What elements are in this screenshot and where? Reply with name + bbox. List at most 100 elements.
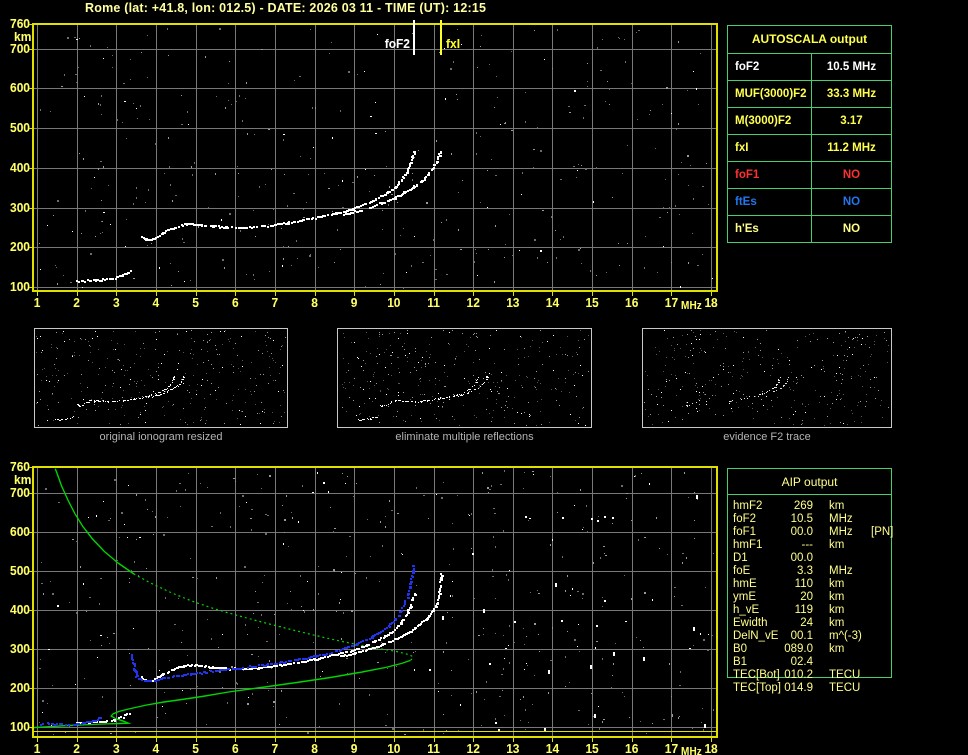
aip-value-TEC[Top]: 014.9: [784, 682, 813, 694]
aip-unit-hmF1: km: [829, 539, 845, 551]
thumbnail-original-ionogram: [34, 328, 288, 428]
aip-unit-foF1: MHz: [829, 526, 853, 538]
aip-row-Ewidth: Ewidth 24 km: [733, 617, 891, 630]
aip-note-foF2: [871, 513, 891, 526]
autoscala-row-label-h'Es: h'Es: [728, 216, 812, 242]
aip-label-D1: D1: [733, 552, 748, 564]
aip-label-foF2: foF2: [733, 513, 757, 525]
aip-row-TEC[Top]: TEC[Top] 014.9 TECU: [733, 682, 891, 695]
aip-row-DelN_vE: DelN_vE 00.1 m^(-3): [733, 630, 891, 643]
station-date-time-title: Rome (lat: +41.8, lon: 012.5) - DATE: 20…: [85, 1, 487, 15]
aip-label-B0: B0: [733, 643, 748, 655]
aip-value-foF2: 10.5: [790, 513, 813, 525]
aip-note-D1: [871, 552, 891, 565]
thumbnail-evidence-f2-trace: [642, 328, 892, 428]
aip-label-DelN_vE: DelN_vE: [733, 630, 779, 642]
autoscala-row-value-h'Es: NO: [842, 223, 861, 235]
aip-note-hmF1: [871, 539, 891, 552]
aip-row-B1: B1 02.4: [733, 656, 891, 669]
aip-value-hmF2: 269: [793, 500, 813, 512]
aip-value-Ewidth: 24: [800, 617, 813, 629]
aip-unit-foE: MHz: [829, 565, 853, 577]
aip-unit-hmF2: km: [829, 500, 845, 512]
aip-unit-TEC[Bot]: TECU: [829, 669, 861, 681]
aip-note-foF1: [PN]: [871, 526, 894, 538]
aip-row-hmE: hmE 110 km: [733, 578, 891, 591]
aip-note-Ewidth: [871, 617, 891, 630]
aip-note-ymE: [871, 591, 891, 604]
aip-value-TEC[Bot]: 010.2: [784, 669, 813, 681]
aip-unit-B1: [829, 656, 871, 669]
aip-unit-D1: [829, 552, 871, 565]
aip-row-hmF2: hmF2 269 km: [733, 500, 891, 513]
aip-label-hmF2: hmF2: [733, 500, 763, 512]
aip-row-ymE: ymE 20 km: [733, 591, 891, 604]
aip-output-table: hmF2 269 km foF2 10.5 MHz foF1 00.0 MHz [PN] hmF1 -…: [733, 500, 894, 695]
caption-original-ionogram: original ionogram resized: [99, 431, 223, 443]
aip-unit-hmE: km: [829, 578, 845, 590]
caption-evidence-f2-trace: evidence F2 trace: [723, 431, 811, 443]
aip-unit-DelN_vE: m^(-3): [829, 630, 862, 642]
autoscala-row-value-foF2: 10.5 MHz: [812, 54, 891, 81]
autoscala-row-label-ftEs: ftEs: [728, 189, 812, 216]
aip-value-B0: 089.0: [784, 643, 813, 655]
aip-unit-B0: km: [829, 643, 845, 655]
autoscala-row-value-foF1: NO: [812, 162, 891, 189]
aip-label-h_vE: h_vE: [733, 604, 760, 616]
autoscala-row-label-foF1: foF1: [728, 162, 812, 189]
aip-unit-foF2: MHz: [829, 513, 853, 525]
aip-row-foF2: foF2 10.5 MHz: [733, 513, 891, 526]
aip-note-B1: [871, 656, 891, 669]
autoscala-row-value-ftEs: NO: [812, 189, 891, 216]
aip-row-B0: B0 089.0 km: [733, 643, 891, 656]
aip-note-TEC[Bot]: [871, 669, 891, 682]
aip-row-h_vE: h_vE 119 km: [733, 604, 891, 617]
caption-eliminate-reflections: eliminate multiple reflections: [395, 431, 534, 443]
aip-value-foE: 3.3: [797, 565, 813, 577]
aip-note-hmF2: [871, 500, 891, 513]
aip-table-header: AIP output: [781, 475, 838, 489]
aip-label-hmE: hmE: [733, 578, 757, 590]
aip-value-foF1: 00.0: [790, 526, 813, 538]
aip-unit-h_vE: km: [829, 604, 845, 616]
aip-value-B1: 02.4: [790, 656, 813, 668]
top-ionogram-plot: [0, 14, 725, 314]
aip-note-foE: [871, 565, 891, 578]
autoscala-row-value-M(3000)F2: 3.17: [812, 108, 891, 135]
aip-unit-ymE: km: [829, 591, 845, 603]
aip-unit-Ewidth: km: [829, 617, 845, 629]
aip-row-hmF1: hmF1 --- km: [733, 539, 891, 552]
aip-label-ymE: ymE: [733, 591, 756, 603]
bottom-ionogram-profile-plot: [0, 452, 725, 755]
aip-value-D1: 00.0: [790, 552, 813, 564]
aip-label-foE: foE: [733, 565, 751, 577]
aip-label-Ewidth: Ewidth: [733, 617, 768, 629]
aip-value-h_vE: 119: [794, 604, 813, 616]
aip-label-B1: B1: [733, 656, 748, 668]
aip-unit-TEC[Top]: TECU: [829, 682, 861, 694]
aip-label-foF1: foF1: [733, 526, 757, 538]
autoscala-output-table: AUTOSCALA output foF2 10.5 MHz MUF(3000)F2…: [727, 25, 892, 243]
aip-note-DelN_vE: [871, 630, 891, 643]
aip-note-B0: [871, 643, 891, 656]
aip-row-foE: foE 3.3 MHz: [733, 565, 891, 578]
aip-value-ymE: 20: [800, 591, 813, 603]
aip-value-hmF1: ---: [801, 539, 814, 551]
aip-label-TEC[Bot]: TEC[Bot]: [733, 669, 780, 681]
autoscala-row-label-foF2: foF2: [728, 54, 812, 81]
autoscala-row-label-MUF(3000)F2: MUF(3000)F2: [728, 81, 812, 108]
aip-value-hmE: 110: [794, 578, 813, 590]
aip-label-hmF1: hmF1: [733, 539, 763, 551]
aip-note-h_vE: [871, 604, 891, 617]
aip-row-D1: D1 00.0: [733, 552, 891, 565]
autoscala-row-value-MUF(3000)F2: 33.3 MHz: [812, 81, 891, 108]
autoscala-table-header: AUTOSCALA output: [728, 26, 891, 54]
aip-value-DelN_vE: 00.1: [790, 630, 813, 642]
autoscala-ionogram-screen: Rome (lat: +41.8, lon: 012.5) - DATE: 20…: [0, 0, 968, 755]
autoscala-row-value-fxI: 11.2 MHz: [812, 135, 891, 162]
aip-row-foF1: foF1 00.0 MHz [PN]: [733, 526, 894, 539]
autoscala-row-label-M(3000)F2: M(3000)F2: [728, 108, 812, 135]
autoscala-row-label-fxI: fxI: [728, 135, 812, 162]
aip-note-hmE: [871, 578, 891, 591]
aip-label-TEC[Top]: TEC[Top]: [733, 682, 781, 694]
